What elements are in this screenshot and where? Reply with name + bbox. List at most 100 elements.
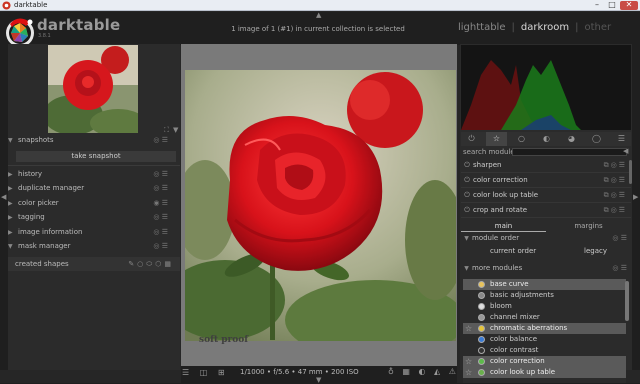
collapsed-arrow-icon: ▶ <box>8 200 13 207</box>
module-options-icon[interactable]: ⧉◎☰ <box>604 173 627 188</box>
correct-group-icon[interactable]: ◯ <box>586 132 607 146</box>
collapse-left-arrow-icon[interactable]: ◀ <box>1 193 6 201</box>
module-options-icon[interactable]: ⧉◎☰ <box>604 188 627 203</box>
quick-module-color-lut[interactable]: ⏻ color look up table ⧉◎☰ <box>461 188 631 203</box>
module-duplicate-manager[interactable]: ▶ duplicate manager ◎ ☰ <box>8 181 172 195</box>
take-snapshot-button[interactable]: take snapshot <box>16 151 176 162</box>
view-switcher: lighttable | darkroom | other <box>455 22 614 33</box>
module-options-icon[interactable]: ◎ ☰ <box>153 167 168 181</box>
module-image-information[interactable]: ▶ image information ◎ ☰ <box>8 225 172 239</box>
view-darkroom[interactable]: darkroom <box>521 22 569 33</box>
module-order-label: module order <box>472 234 520 242</box>
power-icon[interactable]: ⏻ <box>461 158 473 173</box>
close-button[interactable]: ✕ <box>620 1 638 10</box>
image-exif-info: 1/1000 • f/5.6 • 47 mm • 200 ISO <box>240 368 359 376</box>
view-lighttable[interactable]: lighttable <box>458 22 506 33</box>
list-item[interactable]: color contrast <box>463 345 626 356</box>
maximize-button[interactable]: □ <box>605 1 619 10</box>
expanded-arrow-icon: ▼ <box>464 265 469 272</box>
module-options-icon[interactable]: ◎ ☰ <box>612 231 627 245</box>
favorite-star-icon[interactable]: ☆ <box>465 367 472 378</box>
list-item[interactable]: ☆ color correction <box>463 356 626 367</box>
window-titlebar: darktable – □ ✕ <box>0 0 640 11</box>
list-item[interactable]: ☆ color look up table <box>463 367 626 378</box>
module-label: sharpen <box>473 161 502 169</box>
current-order-button[interactable]: current order <box>490 247 536 255</box>
module-label: crop and rotate <box>473 206 528 214</box>
module-snapshots[interactable]: ▼ snapshots ◎ ☰ <box>8 133 172 147</box>
color-balance-icon <box>478 336 485 343</box>
module-label: duplicate manager <box>18 184 85 192</box>
module-options-icon[interactable]: ◉ ☰ <box>153 196 168 210</box>
navigation-thumbnail[interactable] <box>48 45 138 133</box>
module-options-icon[interactable]: ◎ ☰ <box>153 181 168 195</box>
power-group-icon[interactable]: ⏻ <box>461 132 482 146</box>
list-item[interactable]: basic adjustments <box>463 290 626 301</box>
power-icon[interactable]: ⏻ <box>461 203 473 218</box>
module-options-icon[interactable]: ◎ ☰ <box>153 225 168 239</box>
main-image[interactable] <box>185 70 456 341</box>
power-icon[interactable]: ⏻ <box>461 188 473 203</box>
quick-module-sharpen[interactable]: ⏻ sharpen ⧉◎☰ <box>461 158 631 173</box>
favorites-group-icon[interactable]: ☆ <box>486 132 507 146</box>
list-item[interactable]: bloom <box>463 301 626 312</box>
list-item[interactable]: ☆ chromatic aberrations <box>463 323 626 334</box>
view-other[interactable]: other <box>585 22 612 33</box>
view-separator: | <box>575 22 579 33</box>
favorite-star-icon[interactable]: ☆ <box>465 323 472 334</box>
histogram[interactable] <box>461 45 631 130</box>
window-title: darktable <box>14 1 48 9</box>
rose-photo <box>185 70 456 341</box>
legacy-order-button[interactable]: legacy <box>584 247 607 255</box>
collapsed-arrow-icon: ▶ <box>8 214 13 221</box>
more-modules-section[interactable]: ▼ more modules ◎ ☰ <box>461 261 631 275</box>
module-order-section[interactable]: ▼ module order ◎ ☰ <box>461 231 631 245</box>
expanded-arrow-icon: ▼ <box>464 235 469 242</box>
left-gutter <box>0 44 8 370</box>
app-version: 3.8.1 <box>38 33 51 39</box>
power-icon[interactable]: ⏻ <box>461 173 473 188</box>
module-label: color picker <box>18 199 59 207</box>
module-group-tabs: ⏻ ☆ ○ ◐ ◕ ◯ ☰ <box>461 132 631 146</box>
color-group-icon[interactable]: ◕ <box>561 132 582 146</box>
dropdown-arrow-icon[interactable]: ▼ <box>173 126 178 134</box>
favorite-star-icon[interactable]: ☆ <box>465 356 472 367</box>
collapsed-arrow-icon: ▶ <box>8 229 13 236</box>
list-item[interactable]: color balance <box>463 334 626 345</box>
collapse-right-arrow-icon[interactable]: ▶ <box>633 193 638 201</box>
quick-module-crop-rotate[interactable]: ⏻ crop and rotate ⧉◎☰ <box>461 203 631 218</box>
module-history[interactable]: ▶ history ◎ ☰ <box>8 167 172 181</box>
channel-mixer-icon <box>478 314 485 321</box>
search-clear-icon[interactable]: ◀ <box>623 147 628 155</box>
collapsed-arrow-icon: ▶ <box>8 171 13 178</box>
presets-menu-icon[interactable]: ☰ <box>611 132 632 146</box>
quick-modules-scrollbar[interactable] <box>629 160 632 184</box>
expanded-arrow-icon: ▼ <box>8 137 13 144</box>
divider <box>8 165 180 166</box>
tone-group-icon[interactable]: ◐ <box>536 132 557 146</box>
module-color-picker[interactable]: ▶ color picker ◉ ☰ <box>8 196 172 210</box>
collapse-top-arrow-icon[interactable]: ▲ <box>316 11 321 19</box>
module-options-icon[interactable]: ◎ ☰ <box>153 239 168 253</box>
list-item[interactable]: channel mixer <box>463 312 626 323</box>
bottom-left-tools-icon[interactable]: ☰ ◫ ⊞ <box>182 368 229 377</box>
darktable-window: darktable – □ ✕ ▲ darktable 3.8.1 1 imag… <box>0 0 640 384</box>
base-group-icon[interactable]: ○ <box>511 132 532 146</box>
basic-adjustments-icon <box>478 292 485 299</box>
module-mask-manager[interactable]: ▼ mask manager ◎ ☰ <box>8 239 172 253</box>
more-modules-list: base curve basic adjustments bloom chann… <box>463 279 626 383</box>
bloom-icon <box>478 303 485 310</box>
module-options-icon[interactable]: ⧉◎☰ <box>604 203 627 218</box>
module-options-icon[interactable]: ◎ ☰ <box>153 210 168 224</box>
module-options-icon[interactable]: ⧉◎☰ <box>604 158 627 173</box>
module-options-icon[interactable]: ◎ ☰ <box>153 133 168 147</box>
search-module-input[interactable] <box>512 148 627 156</box>
minimize-button[interactable]: – <box>590 1 604 10</box>
shape-tools-icon[interactable]: ✎○⬭⬡▦ <box>128 257 174 271</box>
module-tagging[interactable]: ▶ tagging ◎ ☰ <box>8 210 172 224</box>
module-options-icon[interactable]: ◎ ☰ <box>612 261 627 275</box>
created-shapes-row: created shapes ✎○⬭⬡▦ <box>8 257 180 271</box>
list-item[interactable]: base curve <box>463 279 626 290</box>
quick-module-color-correction[interactable]: ⏻ color correction ⧉◎☰ <box>461 173 631 188</box>
module-list-scrollbar[interactable] <box>625 281 629 321</box>
